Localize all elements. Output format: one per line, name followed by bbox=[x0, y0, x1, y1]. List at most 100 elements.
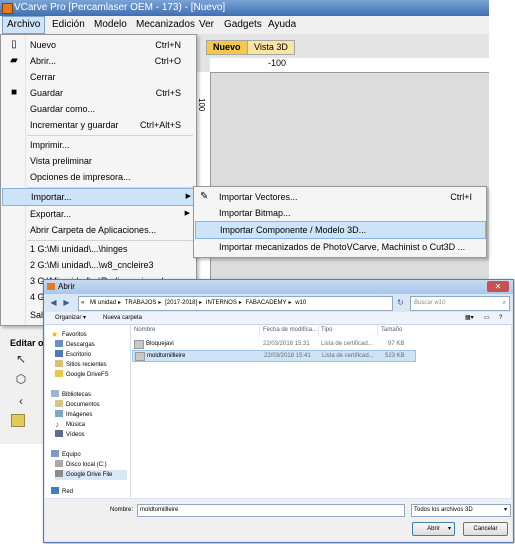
submenu-arrow-icon: ▶ bbox=[185, 193, 191, 200]
back-arrow-icon[interactable]: ◀ bbox=[48, 296, 59, 309]
menu-item-carpeta-aplicaciones[interactable]: Abrir Carpeta de Aplicaciones... bbox=[2, 222, 195, 238]
transform-tool-icon[interactable] bbox=[11, 414, 25, 427]
breadcrumb-fabacademy[interactable]: FABACADEMY bbox=[246, 300, 287, 306]
submenu-arrow-icon: ▶ bbox=[184, 210, 190, 217]
menu-item-importar-bitmap[interactable]: Importar Bitmap... bbox=[195, 205, 484, 221]
nav-libraries[interactable]: Bibliotecas bbox=[51, 390, 91, 400]
app-title-bar: VCarve Pro [Percamlaser OEM - 173) - [Nu… bbox=[0, 0, 489, 16]
file-icon bbox=[134, 340, 144, 349]
nav-escritorio[interactable]: Escritorio bbox=[55, 350, 91, 360]
menu-item-importar[interactable]: Importar... ▶ bbox=[2, 188, 197, 206]
open-dialog: Abrir ✕ ◀ ▶ « Mi unidad ▸ TRABAJOS ▸ [2017… bbox=[43, 279, 514, 543]
file-type-select[interactable]: Todos los archivos 3D ▾ bbox=[411, 504, 511, 517]
organize-button[interactable]: Organizar ▾ bbox=[55, 312, 86, 324]
menu-item-imprimir[interactable]: Imprimir... bbox=[2, 137, 195, 153]
breadcrumb-w10[interactable]: w10 bbox=[295, 300, 306, 306]
chevron-down-icon: ▾ bbox=[447, 526, 451, 532]
dialog-title-bar: Abrir ✕ bbox=[44, 280, 513, 294]
column-separator bbox=[377, 325, 378, 336]
menu-item-exportar[interactable]: Exportar... ▶ bbox=[2, 206, 195, 222]
preview-pane-icon[interactable]: ▭ bbox=[484, 312, 490, 324]
menu-item-recent-2[interactable]: 2 G:\Mi unidad\...\w8_cncleire3 bbox=[2, 257, 195, 273]
navigation-pane: ★ Favoritos Descargas Escritorio Sitios r… bbox=[45, 325, 131, 498]
ruler-top-label: -100 bbox=[268, 58, 287, 68]
chevron-down-icon: ▾ bbox=[503, 507, 507, 513]
refresh-icon[interactable]: ↻ bbox=[395, 296, 406, 309]
menu-mecanizados[interactable]: Mecanizados bbox=[132, 16, 199, 34]
menu-item-recent-1[interactable]: 1 G:\Mi unidad\...\hinges bbox=[2, 241, 195, 257]
menu-item-vista-preliminar[interactable]: Vista preliminar bbox=[2, 153, 195, 169]
import-submenu: ✎ Importar Vectores... Ctrl+I Importar Bit… bbox=[193, 186, 487, 258]
view-options-icon[interactable]: ▦▾ bbox=[465, 312, 474, 324]
nav-sitios-recientes[interactable]: Sitios recientes bbox=[55, 360, 107, 370]
menu-ayuda[interactable]: Ayuda bbox=[264, 16, 300, 34]
downloads-icon bbox=[55, 340, 63, 347]
menu-item-guardar-como[interactable]: Guardar como... bbox=[2, 101, 195, 117]
table-row[interactable]: Bloquejavi 22/03/2018 15:31 Lista de cer… bbox=[132, 339, 414, 349]
nav-documentos[interactable]: Documentos bbox=[55, 400, 100, 410]
cancel-button[interactable]: Cancelar bbox=[463, 522, 508, 536]
select-tool-icon[interactable]: ↖ bbox=[14, 352, 28, 366]
node-edit-tool-icon[interactable]: ⬡ bbox=[14, 372, 28, 386]
network-icon bbox=[51, 487, 59, 494]
filename-input[interactable]: moldtomillleire bbox=[137, 504, 405, 517]
drive-folder-icon bbox=[55, 370, 63, 377]
dialog-title: Abrir bbox=[58, 282, 75, 291]
save-icon: ■ bbox=[10, 87, 18, 98]
column-type[interactable]: Tipo bbox=[321, 327, 332, 333]
file-list: Nombre Fecha de modifica... Tipo Tamaño … bbox=[131, 325, 511, 498]
breadcrumb-year[interactable]: [2017-2018] bbox=[165, 300, 197, 306]
nav-google-drive-file[interactable]: Google Drive File bbox=[55, 470, 127, 480]
breadcrumb-mi-unidad[interactable]: Mi unidad bbox=[90, 300, 116, 306]
menu-item-nuevo[interactable]: ▯ Nuevo Ctrl+N bbox=[2, 37, 195, 53]
table-row-selected[interactable]: moldtomillleire 22/03/2018 15:41 Lista d… bbox=[132, 350, 416, 362]
menu-item-abrir[interactable]: ▰ Abrir... Ctrl+O bbox=[2, 53, 195, 69]
curve-tool-icon[interactable]: ‹ bbox=[14, 394, 28, 408]
menu-item-incrementar-guardar[interactable]: Incrementar y guardar Ctrl+Alt+S bbox=[2, 117, 195, 133]
menu-item-importar-componente[interactable]: Importar Componente / Modelo 3D... bbox=[195, 221, 486, 239]
menu-item-importar-mecanizados[interactable]: Importar mecanizados de PhotoVCarve, Mac… bbox=[195, 239, 484, 255]
nav-favorites[interactable]: ★ Favoritos bbox=[51, 330, 87, 340]
search-input[interactable]: Buscar w10 ⌕ bbox=[410, 296, 510, 311]
app-title: VCarve Pro [Percamlaser OEM - 173) - [Nu… bbox=[14, 2, 226, 13]
open-folder-icon: ▰ bbox=[10, 55, 18, 66]
forward-arrow-icon[interactable]: ▶ bbox=[61, 296, 72, 309]
open-button[interactable]: Abrir ▾ bbox=[412, 522, 455, 536]
column-separator bbox=[259, 325, 260, 336]
menu-archivo[interactable]: Archivo bbox=[2, 16, 46, 34]
menu-edicion[interactable]: Edición bbox=[48, 16, 89, 34]
nav-imagenes[interactable]: Imágenes bbox=[55, 410, 92, 420]
breadcrumb-trabajos[interactable]: TRABAJOS bbox=[125, 300, 157, 306]
menu-ver[interactable]: Ver bbox=[195, 16, 218, 34]
nav-musica[interactable]: ♪ Música bbox=[55, 420, 85, 430]
menu-item-opciones-impresora[interactable]: Opciones de impresora... bbox=[2, 169, 195, 185]
ruler-left-label: 100 bbox=[197, 98, 206, 112]
nav-videos[interactable]: Vídeos bbox=[55, 430, 85, 440]
menu-gadgets[interactable]: Gadgets bbox=[220, 16, 266, 34]
help-icon[interactable]: ? bbox=[499, 312, 502, 324]
menu-item-importar-vectores[interactable]: ✎ Importar Vectores... Ctrl+I bbox=[195, 189, 484, 205]
tab-nuevo[interactable]: Nuevo bbox=[206, 40, 248, 55]
new-folder-button[interactable]: Nueva carpeta bbox=[103, 312, 142, 324]
nav-network[interactable]: Red bbox=[51, 487, 73, 497]
nav-local-disk[interactable]: Disco local (C:) bbox=[55, 460, 107, 470]
menu-item-cerrar[interactable]: Cerrar bbox=[2, 69, 195, 85]
menu-modelo[interactable]: Modelo bbox=[90, 16, 131, 34]
menu-item-guardar[interactable]: ■ Guardar Ctrl+S bbox=[2, 85, 195, 101]
dialog-toolbar: Organizar ▾ Nueva carpeta ▦▾ ▭ ? bbox=[45, 312, 512, 325]
desktop-icon bbox=[55, 350, 63, 357]
tab-vista-3d[interactable]: Vista 3D bbox=[247, 40, 295, 55]
address-bar[interactable]: « Mi unidad ▸ TRABAJOS ▸ [2017-2018] ▸ INTE… bbox=[78, 296, 393, 311]
breadcrumb-internos[interactable]: INTERNOS bbox=[206, 300, 237, 306]
column-date[interactable]: Fecha de modifica... bbox=[263, 327, 317, 333]
close-icon[interactable]: ✕ bbox=[487, 281, 509, 292]
column-name[interactable]: Nombre bbox=[134, 327, 155, 333]
music-icon: ♪ bbox=[55, 420, 59, 429]
drive-icon bbox=[55, 470, 63, 477]
app-logo-icon bbox=[2, 3, 13, 14]
nav-computer[interactable]: Equipo bbox=[51, 450, 81, 460]
nav-google-drivefs[interactable]: Google DriveFS bbox=[55, 370, 109, 380]
column-size[interactable]: Tamaño bbox=[381, 327, 402, 333]
dialog-app-icon bbox=[47, 283, 55, 290]
nav-descargas[interactable]: Descargas bbox=[55, 340, 95, 350]
